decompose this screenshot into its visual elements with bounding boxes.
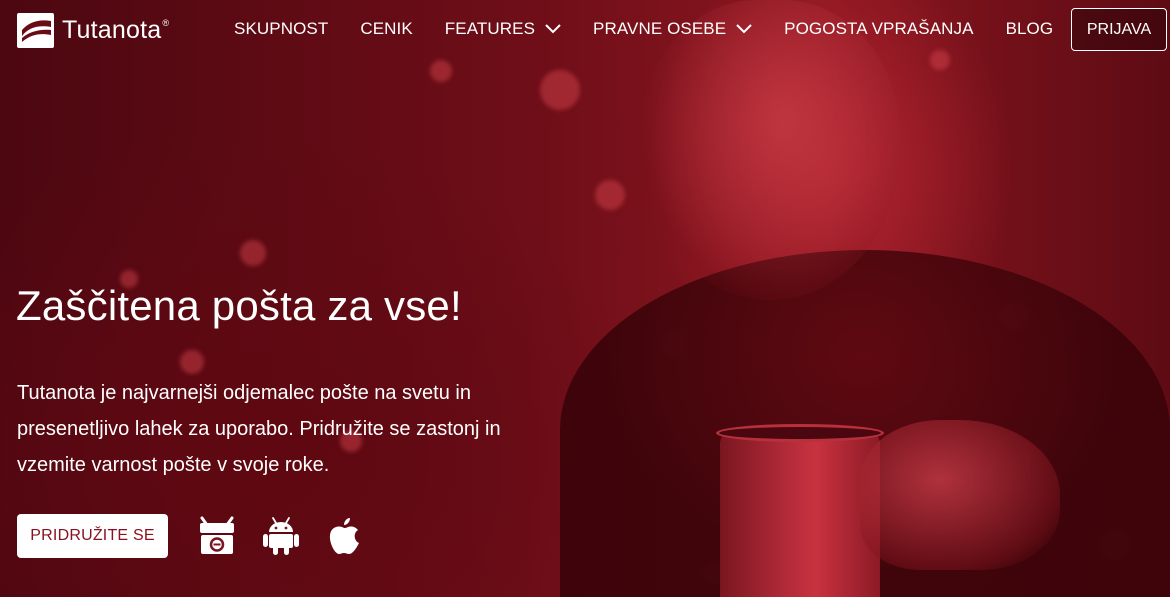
apple-icon[interactable]: [325, 516, 363, 556]
chevron-down-icon: [736, 24, 752, 34]
main-nav: SKUPNOST CENIK FEATURES PRAVNE OSEBE POG…: [234, 19, 1085, 39]
login-button[interactable]: PRIJAVA: [1071, 8, 1167, 51]
chevron-down-icon: [545, 24, 561, 34]
nav-item-features[interactable]: FEATURES: [445, 19, 561, 39]
nav-item-cenik[interactable]: CENIK: [360, 19, 412, 39]
nav-item-skupnost[interactable]: SKUPNOST: [234, 19, 328, 39]
tutanota-logo-icon: [17, 13, 54, 48]
hero-description: Tutanota je najvarnejši odjemalec pošte …: [17, 382, 501, 476]
tutanota-logo[interactable]: Tutanota®: [17, 13, 169, 48]
nav-item-blog[interactable]: BLOG: [1006, 19, 1054, 39]
f-droid-icon[interactable]: [198, 516, 236, 556]
nav-item-pravne-osebe[interactable]: PRAVNE OSEBE: [593, 19, 752, 39]
join-button[interactable]: PRIDRUŽITE SE: [17, 514, 168, 558]
top-navigation-bar: Tutanota® SKUPNOST CENIK FEATURES PRAVNE…: [0, 0, 1170, 60]
login-button-label: PRIJAVA: [1086, 20, 1152, 38]
logo-wordmark: Tutanota®: [62, 16, 170, 44]
join-button-label: PRIDRUŽITE SE: [30, 527, 155, 544]
nav-item-pogosta-vprasanja[interactable]: POGOSTA VPRAŠANJA: [784, 19, 973, 39]
hero-title: Zaščitena pošta za vse!: [16, 282, 462, 329]
android-icon[interactable]: [262, 516, 300, 556]
